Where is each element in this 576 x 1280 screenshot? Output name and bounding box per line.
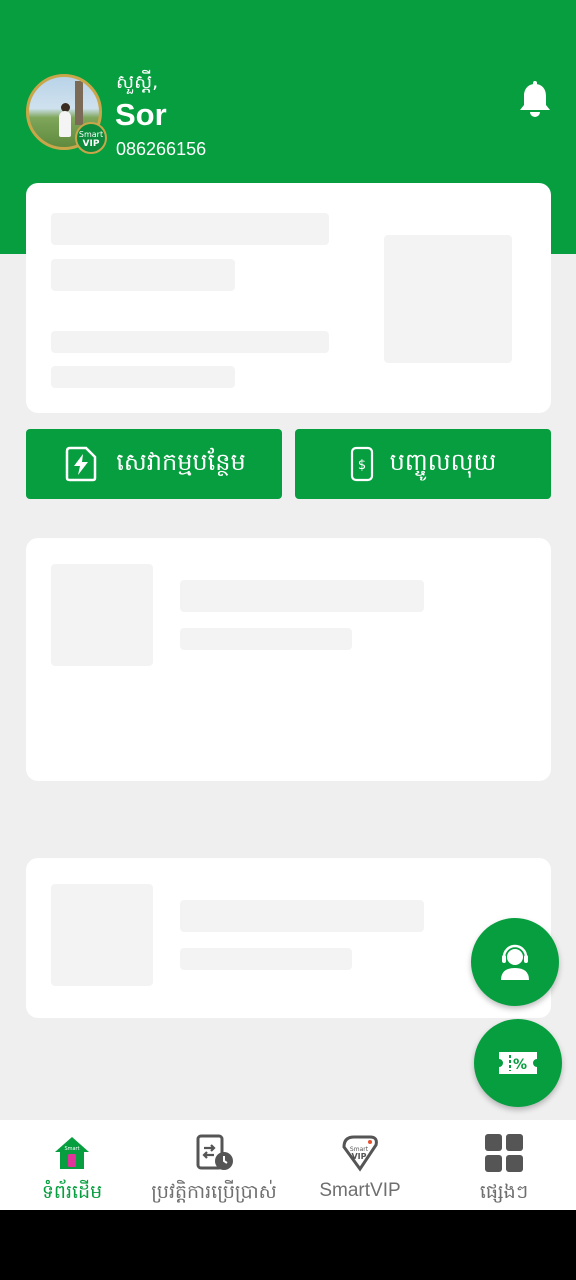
svg-text:VIP: VIP xyxy=(351,1152,366,1161)
system-navigation-bar xyxy=(0,1210,576,1280)
skeleton-image xyxy=(51,564,153,666)
skeleton-line xyxy=(180,900,424,932)
bottom-navigation: Smart ទំព័រដើម ប្រវត្តិការប្រើប្រាស់ Sma… xyxy=(0,1120,576,1210)
user-name: Sor xyxy=(115,97,167,132)
nav-item-usage-history[interactable]: ប្រវត្តិការប្រើប្រាស់ xyxy=(144,1120,284,1210)
top-up-button[interactable]: $ បញ្ចូលលុយ xyxy=(295,429,551,499)
skeleton-line xyxy=(51,331,329,353)
user-phone: 086266156 xyxy=(116,139,207,159)
usage-history-icon xyxy=(193,1132,235,1174)
vip-badge-icon: Smart VIP xyxy=(75,122,107,154)
skeleton-line xyxy=(180,948,352,970)
phone-dollar-icon: $ xyxy=(350,446,373,482)
top-up-label: បញ្ចូលលុយ xyxy=(389,447,497,476)
promotion-fab[interactable]: % xyxy=(474,1019,562,1107)
smartvip-icon: Smart VIP xyxy=(339,1132,381,1174)
home-icon: Smart xyxy=(51,1132,93,1174)
bell-icon[interactable] xyxy=(516,80,554,120)
vip-badge-text-smart: Smart xyxy=(78,130,104,139)
headset-agent-icon xyxy=(501,944,529,980)
skeleton-image xyxy=(384,235,512,363)
skeleton-line xyxy=(180,580,424,612)
extra-services-button[interactable]: សេវាកម្មបន្ថែម xyxy=(26,429,282,499)
skeleton-line xyxy=(51,213,329,245)
offer-card xyxy=(26,858,551,1018)
balance-card xyxy=(26,183,551,413)
svg-text:Smart: Smart xyxy=(64,1146,79,1152)
nav-label-more: ផ្សេងៗ xyxy=(479,1181,529,1203)
vip-badge-text-vip: VIP xyxy=(82,139,100,149)
skeleton-line xyxy=(51,259,235,291)
svg-text:%: % xyxy=(513,1057,527,1073)
skeleton-line xyxy=(180,628,352,650)
skeleton-line xyxy=(51,366,235,388)
package-card xyxy=(26,538,551,781)
nav-label-smartvip: SmartVIP xyxy=(319,1180,401,1201)
nav-label-home: ទំព័រដើម xyxy=(41,1181,103,1203)
lightning-icon xyxy=(66,446,97,482)
nav-item-home[interactable]: Smart ទំព័រដើម xyxy=(22,1120,122,1210)
support-fab[interactable] xyxy=(471,918,559,1006)
nav-item-smartvip[interactable]: Smart VIP SmartVIP xyxy=(305,1120,415,1210)
grid-icon xyxy=(483,1132,525,1174)
discount-ticket-icon: % xyxy=(499,1052,537,1074)
greeting-text: សួស្តី, xyxy=(116,71,159,93)
extra-services-label: សេវាកម្មបន្ថែម xyxy=(116,447,246,476)
svg-text:$: $ xyxy=(358,458,366,473)
nav-label-usage-history: ប្រវត្តិការប្រើប្រាស់ xyxy=(151,1181,277,1203)
skeleton-image xyxy=(51,884,153,986)
nav-item-more[interactable]: ផ្សេងៗ xyxy=(454,1120,554,1210)
